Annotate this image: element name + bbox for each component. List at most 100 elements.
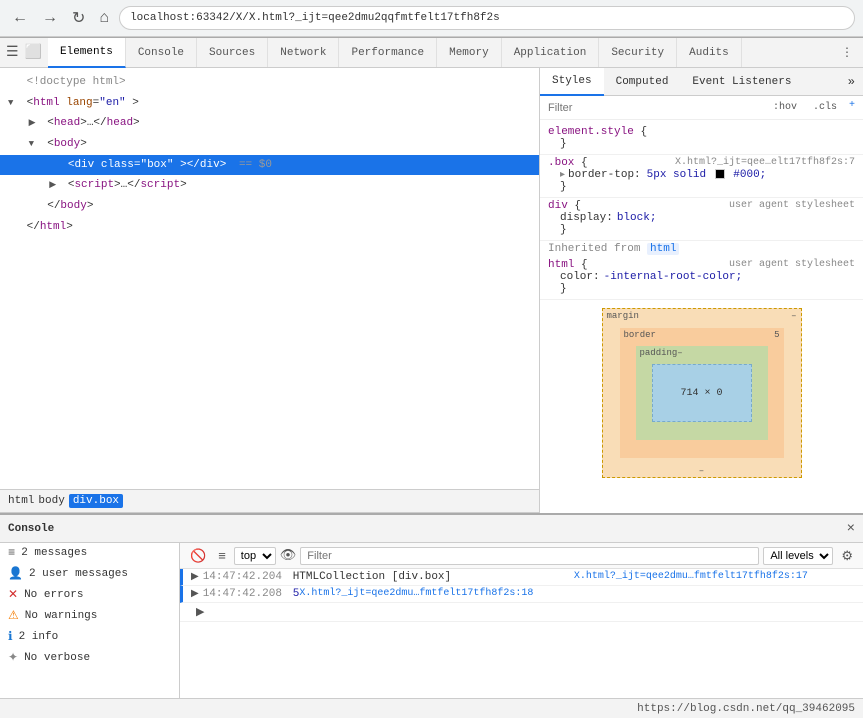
filter-add-button[interactable]: +	[849, 100, 855, 115]
messages-icon: ≡	[8, 546, 15, 560]
errors-label: No errors	[24, 589, 83, 601]
devtools-dock-icon[interactable]: ⬜	[25, 44, 42, 61]
expand-icon[interactable]: ▼	[8, 96, 20, 111]
attr-class: class	[101, 159, 134, 171]
css-selector-html[interactable]: html {	[548, 259, 588, 271]
expand-more-icon[interactable]: ▶	[196, 605, 204, 619]
expand-icon[interactable]: ▼	[29, 137, 41, 152]
css-selector-box[interactable]: .box {	[548, 157, 588, 169]
console-sidebar-messages[interactable]: ≡ 2 messages	[0, 543, 179, 563]
devtools-menu-icon[interactable]: ☰	[6, 44, 19, 61]
css-rule-div: div { user agent stylesheet display: blo…	[540, 198, 863, 241]
attr-class-val: "box"	[140, 159, 173, 171]
nav-reload-button[interactable]: ↻	[68, 6, 89, 30]
console-sidebar-info[interactable]: ℹ 2 info	[0, 626, 179, 647]
console-filter-toggle[interactable]: ≡	[214, 546, 230, 565]
css-source-box[interactable]: X.html?_ijt=qee…elt17tfh8f2s:7	[675, 157, 855, 169]
console-sidebar-errors[interactable]: ✕ No errors	[0, 584, 179, 605]
box-content: 714 × 0	[652, 364, 752, 422]
warnings-label: No warnings	[25, 610, 98, 622]
styles-filter-input[interactable]	[548, 102, 769, 114]
console-section: Console × ≡ 2 messages 👤 2 user messages…	[0, 513, 863, 698]
elements-panel: <!doctype html> ▼ <html lang="en" > ▶ <h…	[0, 68, 540, 513]
styles-filter-bar: :hov .cls +	[540, 96, 863, 120]
dom-tree[interactable]: <!doctype html> ▼ <html lang="en" > ▶ <h…	[0, 68, 539, 489]
color-swatch-black[interactable]	[715, 169, 725, 179]
breadcrumb-html[interactable]: html	[8, 495, 34, 507]
dom-line-html: ▼ <html lang="en" >	[0, 93, 539, 114]
msg1-link[interactable]: X.html?_ijt=qee2dmu…fmtfelt17tfh8f2s:17	[574, 571, 855, 582]
msg1-text: HTMLCollection [div.box]	[293, 571, 574, 583]
box-model-visual: margin – border 5 padding–	[602, 308, 802, 478]
tab-console[interactable]: Console	[126, 38, 197, 67]
attr-lang: lang	[66, 97, 92, 109]
attr-lang-val: "en"	[99, 97, 125, 109]
nav-home-button[interactable]: ⌂	[95, 7, 113, 29]
tab-performance[interactable]: Performance	[339, 38, 437, 67]
filter-hov-button[interactable]: :hov	[769, 100, 801, 115]
console-settings-button[interactable]: ⚙	[837, 546, 857, 566]
css-selector-element-style[interactable]: element.style {	[548, 126, 855, 138]
console-eye-button[interactable]: 👁	[280, 548, 297, 563]
devtools-tab-bar: ☰ ⬜ Elements Console Sources Network Per…	[0, 38, 863, 68]
console-message-1: ▶ 14:47:42.204 HTMLCollection [div.box] …	[180, 569, 863, 586]
address-text: localhost:63342/X/X.html?_ijt=qee2dmu2qq…	[130, 12, 500, 24]
console-sidebar-warnings[interactable]: ⚠ No warnings	[0, 605, 179, 626]
dom-line-div[interactable]: <div class="box" ></div> == $0	[0, 155, 539, 176]
expand-icon[interactable]: ▶	[49, 178, 61, 193]
console-context-select[interactable]: top	[234, 547, 276, 565]
msg2-number: 5	[293, 588, 300, 600]
tab-audits[interactable]: Audits	[677, 38, 742, 67]
dom-line-script: ▶ <script>…</script>	[0, 175, 539, 196]
tab-sources[interactable]: Sources	[197, 38, 268, 67]
expand-msg1[interactable]: ▶	[191, 571, 199, 583]
tab-network[interactable]: Network	[268, 38, 339, 67]
tab-security[interactable]: Security	[599, 38, 677, 67]
console-filter-input[interactable]	[300, 547, 759, 565]
console-sidebar: ≡ 2 messages 👤 2 user messages ✕ No erro…	[0, 543, 180, 698]
console-sidebar-verbose[interactable]: ✦ No verbose	[0, 647, 179, 668]
tab-styles[interactable]: Styles	[540, 68, 604, 96]
tag-div: div	[74, 159, 94, 171]
css-source-div: user agent stylesheet	[729, 200, 855, 212]
tab-memory[interactable]: Memory	[437, 38, 502, 67]
address-bar[interactable]: localhost:63342/X/X.html?_ijt=qee2dmu2qq…	[119, 6, 855, 30]
box-dimensions: 714 × 0	[680, 388, 722, 399]
filter-cls-button[interactable]: .cls	[809, 100, 841, 115]
doctype-text: <!doctype html>	[27, 76, 126, 88]
breadcrumb-divbox[interactable]: div.box	[69, 494, 123, 508]
console-expand-row: ▶	[180, 603, 863, 622]
tab-event-listeners[interactable]: Event Listeners	[680, 68, 803, 95]
tab-application[interactable]: Application	[502, 38, 600, 67]
tab-computed[interactable]: Computed	[604, 68, 681, 95]
browser-toolbar: ← → ↻ ⌂ localhost:63342/X/X.html?_ijt=qe…	[0, 0, 863, 36]
styles-more[interactable]: »	[840, 68, 863, 95]
expand-msg2[interactable]: ▶	[191, 588, 199, 600]
tag-html: html	[33, 97, 59, 109]
verbose-icon: ✦	[8, 650, 18, 665]
expand-icon[interactable]: ▶	[29, 116, 41, 131]
console-sidebar-user-messages[interactable]: 👤 2 user messages	[0, 563, 179, 584]
devtools-more-button[interactable]: ⋮	[831, 38, 863, 67]
console-close-button[interactable]: ×	[847, 521, 855, 537]
dom-line-head: ▶ <head>…</head>	[0, 113, 539, 134]
console-clear-button[interactable]: 🚫	[186, 546, 210, 566]
css-close-brace: }	[548, 138, 855, 150]
styles-filter-controls: :hov .cls +	[769, 100, 855, 115]
console-title: Console	[8, 523, 54, 535]
nav-back-button[interactable]: ←	[8, 7, 32, 29]
console-header: Console ×	[0, 515, 863, 543]
dom-breadcrumb: html body div.box	[0, 489, 539, 513]
msg2-link[interactable]: X.html?_ijt=qee2dmu…fmtfelt17tfh8f2s:18	[299, 588, 855, 599]
devtools-main: <!doctype html> ▼ <html lang="en" > ▶ <h…	[0, 68, 863, 513]
nav-forward-button[interactable]: →	[38, 7, 62, 29]
user-messages-label: 2 user messages	[29, 568, 128, 580]
tab-elements[interactable]: Elements	[48, 38, 126, 68]
info-icon: ℹ	[8, 629, 13, 644]
margin-label: margin	[607, 311, 639, 321]
console-level-dropdown[interactable]: All levels	[763, 547, 833, 565]
css-selector-div[interactable]: div {	[548, 200, 581, 212]
margin-dash: –	[791, 311, 796, 321]
breadcrumb-body[interactable]: body	[38, 495, 64, 507]
selected-marker: == $0	[239, 159, 272, 171]
